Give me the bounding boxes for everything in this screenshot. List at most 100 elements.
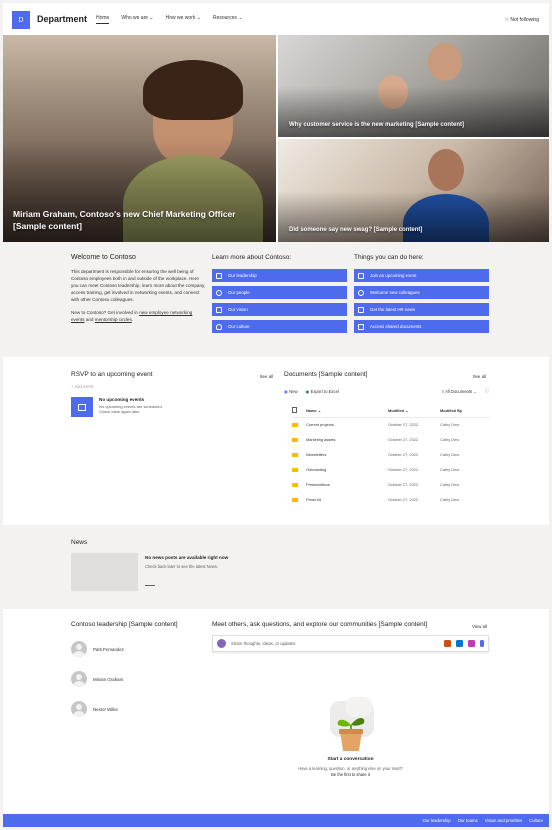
table-row[interactable]: Current projects October 27, 2022 Cathy De… [292,417,489,432]
hero-image-hair [143,60,243,120]
modified-header[interactable]: Modified ⌄ [388,404,440,418]
person-card[interactable]: Miriam Graham [71,670,201,688]
shared-documents-button[interactable]: Access shared documents [354,320,489,333]
view-selector[interactable]: ≡ All Documents ⌄ [442,389,477,394]
file-type-header[interactable] [292,404,306,418]
follow-button[interactable]: ☆ Not following [504,17,539,23]
nav-who-we-are[interactable]: Who we are ⌄ [121,15,153,24]
person-card[interactable]: Nestor Wilke [71,700,201,718]
welcome-colleagues-button[interactable]: Welcome new colleagues [354,286,489,299]
chevron-down-icon: ⌄ [196,15,201,21]
welcome-section: Welcome to Contoso This department is re… [71,254,206,329]
calendar-icon [71,397,93,417]
join-event-button[interactable]: Join an upcoming event [354,269,489,282]
news-title: News [71,539,88,546]
hr-news-button[interactable]: Get the latest HR news [354,303,489,316]
news-empty-subtitle: Check back later to see the latest News. [145,564,219,569]
doc-modified: October 27, 2022 [388,497,419,502]
export-excel-button[interactable]: ▣ Export to Excel [306,389,339,394]
info-icon[interactable]: ⓘ [485,388,489,394]
table-row[interactable]: Press kit October 27, 2022 Cathy Dew [292,492,489,507]
person-card[interactable]: Patti Fernandez [71,640,201,658]
button-label: Get the latest HR news [370,307,416,312]
footer-link-leadership[interactable]: Our leadership [422,818,450,823]
rsvp-section: RSVP to an upcoming event See all + Add … [71,371,276,417]
no-events-card: No upcoming events No upcoming events ar… [71,397,276,417]
star-icon: ☆ [504,17,509,23]
doc-name[interactable]: Newsletters [306,447,388,462]
hero-tile-2[interactable]: Why customer service is the new marketin… [278,35,549,137]
button-label: Our people [228,290,250,295]
nav-how-we-work[interactable]: How we work ⌄ [166,15,201,24]
footer-link-vision[interactable]: Vision and priorities [485,818,522,823]
text: and [84,317,95,322]
label: New [289,388,298,394]
plant-illustration [330,697,374,751]
mentorship-circles-link[interactable]: mentorship circles [95,317,132,322]
doc-name[interactable]: Current projects [306,417,388,432]
name-header[interactable]: Name ⌄ [306,404,388,418]
rsvp-title: RSVP to an upcoming event [71,371,153,378]
doc-modified: October 27, 2022 [388,482,419,487]
hero-image-person [428,43,462,81]
documents-toolbar: ▣ New ▣ Export to Excel ≡ All Documents … [284,388,489,394]
doc-modified: October 27, 2022 [388,437,419,442]
doc-name[interactable]: Press kit [306,492,388,507]
nav-label: How we work [165,15,196,21]
news-section: News No news posts are available right n… [3,525,549,609]
hero-section: Miriam Graham, Contoso's new Chief Marke… [3,35,549,242]
rsvp-see-all-link[interactable]: See all [260,374,273,379]
site-title[interactable]: Department [37,14,87,24]
no-events-title: No upcoming events [99,397,145,402]
site-logo[interactable]: D [12,11,30,29]
our-vision-button[interactable]: Our vision [212,303,347,316]
add-event-button[interactable]: + Add event [71,384,276,389]
poll-icon[interactable] [480,640,484,647]
table-row[interactable]: Newsletters October 27, 2022 Cathy Dew [292,447,489,462]
learn-more-title: Learn more about Contoso: [212,254,292,261]
person-name: Patti Fernandez [93,646,124,652]
doc-modified: October 27, 2022 [388,452,419,457]
sharepoint-page: D Department Home Who we are ⌄ How we wo… [3,3,549,827]
person-name: Nestor Wilke [93,706,118,712]
doc-modified-by: Cathy Dew [440,482,460,487]
nav-resources[interactable]: Resources ⌄ [213,15,243,24]
table-row[interactable]: Onboarding October 27, 2022 Cathy Dew [292,462,489,477]
praise-icon[interactable] [468,640,475,647]
doc-modified-by: Cathy Dew [440,497,460,502]
news-empty-text: No news posts are available right now Ch… [145,555,228,586]
doc-name[interactable]: Onboarding [306,462,388,477]
welcome-text: This department is responsible for ensur… [71,269,206,302]
hero-tile-3[interactable]: Did someone say new swag? [Sample conten… [278,139,549,242]
question-icon[interactable] [456,640,463,647]
doc-name[interactable]: Presentations [306,477,388,492]
header-label: Modified [388,407,404,413]
doc-modified-by: Cathy Dew [440,422,460,428]
folder-icon-cell [292,492,306,507]
chevron-down-icon: ⌄ [405,407,409,413]
view-all-link[interactable]: View all [472,624,487,629]
button-label: Our vision [228,307,248,312]
doc-name[interactable]: Marketing assets [306,432,388,447]
new-button[interactable]: ▣ New [284,389,298,394]
our-leadership-button[interactable]: Our leadership [212,269,347,282]
discussion-icon[interactable] [444,640,451,647]
footer-link-culture[interactable]: Culture [529,818,543,823]
hero-tile-2-caption: Why customer service is the new marketin… [289,122,465,128]
table-row[interactable]: Marketing assets October 27, 2022 Cathy De… [292,432,489,447]
hero-tile-main[interactable]: Miriam Graham, Contoso's new Chief Marke… [3,35,276,242]
placeholder-line [145,585,155,586]
button-label: Our leadership [228,273,257,278]
folder-icon-cell [292,417,306,432]
footer-link-teams[interactable]: Our teams [458,818,478,823]
documents-see-all-link[interactable]: See all [473,374,486,379]
nav-home[interactable]: Home [96,15,110,24]
our-people-button[interactable]: Our people [212,286,347,299]
document-icon [292,407,297,414]
our-culture-button[interactable]: Our culture [212,320,347,333]
share-composer[interactable]: Share thoughts, ideas, or updates [212,635,489,652]
modified-by-header[interactable]: Modified By [440,404,489,418]
table-row[interactable]: Presentations October 27, 2022 Cathy Dew [292,477,489,492]
conversation-title: Start a conversation [327,757,374,762]
table-header-row: Name ⌄ Modified ⌄ Modified By [292,404,489,418]
